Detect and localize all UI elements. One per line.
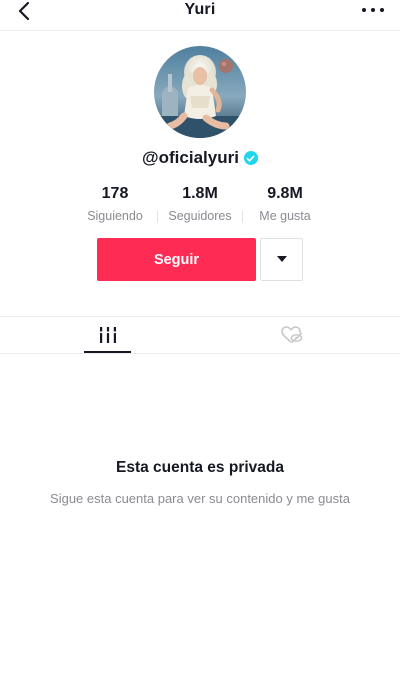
more-horizontal-icon bbox=[362, 8, 366, 12]
tabs-divider-top bbox=[0, 316, 400, 317]
private-account-title: Esta cuenta es privada bbox=[116, 459, 284, 476]
profile-stats: 178 Siguiendo 1.8M Seguidores 9.8M Me gu… bbox=[0, 184, 400, 223]
liked-heart-hidden-icon bbox=[280, 326, 302, 344]
stat-divider bbox=[242, 211, 243, 223]
page-title: Yuri bbox=[184, 1, 216, 18]
stat-divider bbox=[157, 211, 158, 223]
verified-badge-icon bbox=[243, 151, 258, 165]
more-dot bbox=[380, 8, 384, 12]
stat-value: 178 bbox=[101, 185, 129, 202]
header-divider bbox=[0, 30, 400, 31]
username-row: @oficialyuri bbox=[0, 148, 400, 168]
avatar[interactable] bbox=[154, 46, 246, 138]
videos-grid-icon bbox=[98, 327, 117, 343]
stat-label: Siguiendo bbox=[87, 209, 143, 223]
stat-label: Me gusta bbox=[259, 209, 311, 223]
stat-followers[interactable]: 1.8M Seguidores bbox=[164, 184, 236, 223]
follow-button[interactable]: Seguir bbox=[97, 238, 256, 281]
more-options-button[interactable] bbox=[362, 4, 384, 16]
stat-following[interactable]: 178 Siguiendo bbox=[79, 184, 151, 223]
username: @oficialyuri bbox=[142, 148, 239, 167]
caret-down-icon bbox=[276, 256, 287, 262]
avatar-image bbox=[154, 46, 246, 138]
stat-likes[interactable]: 9.8M Me gusta bbox=[249, 184, 321, 223]
stat-value: 1.8M bbox=[182, 185, 218, 202]
stat-label: Seguidores bbox=[168, 209, 232, 223]
suggested-accounts-dropdown-button[interactable] bbox=[260, 238, 303, 281]
tab-videos[interactable] bbox=[84, 318, 131, 352]
top-bar: Yuri bbox=[0, 0, 400, 28]
private-account-subtitle: Sigue esta cuenta para ver su contenido … bbox=[50, 491, 350, 506]
more-dot bbox=[371, 8, 375, 12]
tab-liked[interactable] bbox=[268, 318, 315, 352]
stat-value: 9.8M bbox=[267, 185, 303, 202]
tabs-divider-bottom bbox=[0, 353, 400, 354]
